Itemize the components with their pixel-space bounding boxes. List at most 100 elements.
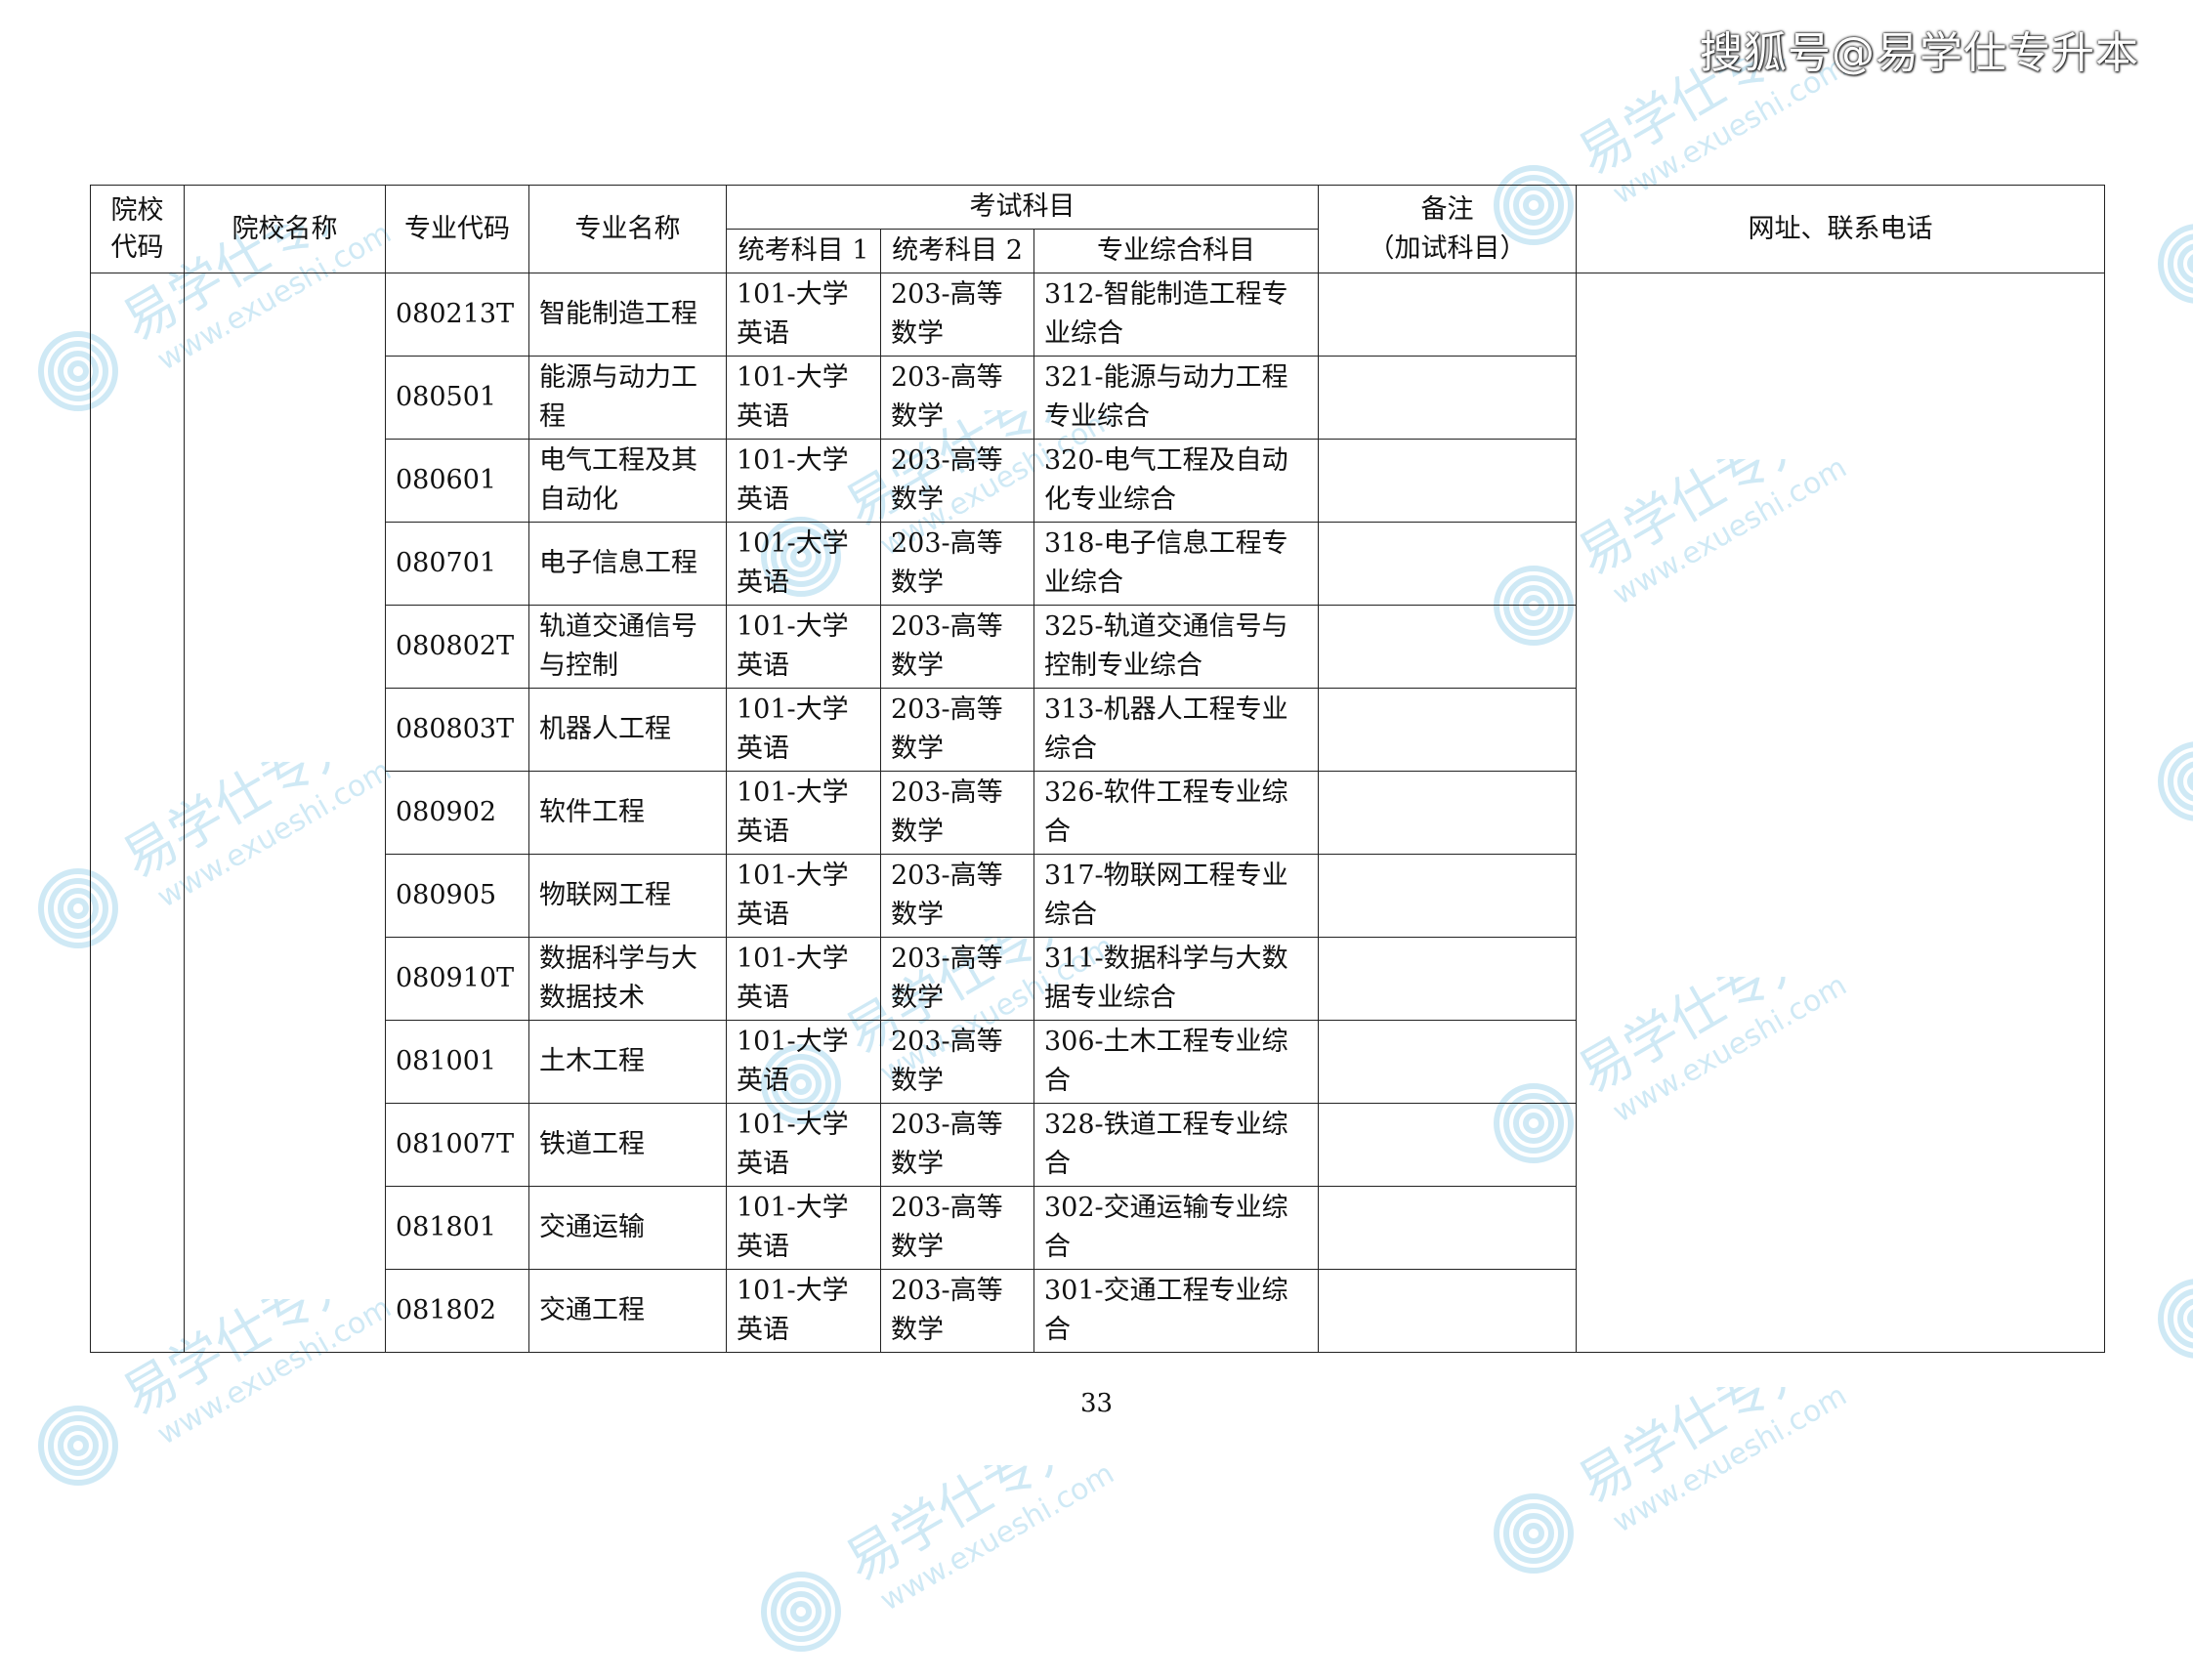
subject-3-cell: 326-软件工程专业综合 — [1033, 771, 1319, 855]
remark-cell — [1318, 854, 1577, 938]
header-school-name: 院校名称 — [184, 185, 386, 273]
subject-2-cell: 203-高等数学 — [880, 356, 1034, 440]
subject-1-cell: 101-大学英语 — [726, 522, 881, 606]
major-name-cell: 铁道工程 — [528, 1103, 727, 1187]
subject-2-cell: 203-高等数学 — [880, 1020, 1034, 1104]
subject-1-cell: 101-大学英语 — [726, 356, 881, 440]
svg-text:易学仕专升本: 易学仕专升本 — [835, 1465, 1140, 1593]
header-major-name: 专业名称 — [528, 185, 727, 273]
remark-cell — [1318, 937, 1577, 1021]
remark-cell — [1318, 439, 1577, 523]
remark-cell — [1318, 1020, 1577, 1104]
remark-cell — [1318, 771, 1577, 855]
major-name-cell: 软件工程 — [528, 771, 727, 855]
subject-2-cell: 203-高等数学 — [880, 1186, 1034, 1270]
major-name-cell: 物联网工程 — [528, 854, 727, 938]
subject-3-cell: 312-智能制造工程专业综合 — [1033, 273, 1319, 357]
subject-1-cell: 101-大学英语 — [726, 771, 881, 855]
header-major-code: 专业代码 — [385, 185, 529, 273]
major-name-cell: 交通工程 — [528, 1269, 727, 1353]
subject-1-cell: 101-大学英语 — [726, 854, 881, 938]
subject-2-cell: 203-高等数学 — [880, 605, 1034, 689]
major-code-cell: 080905 — [385, 854, 529, 938]
table-body: 080213T 智能制造工程 101-大学英语 203-高等数学 312-智能制造工程专… — [90, 273, 2105, 1353]
subject-3-cell: 325-轨道交通信号与控制专业综合 — [1033, 605, 1319, 689]
school-name-cell — [184, 273, 386, 1353]
subject-2-cell: 203-高等数学 — [880, 937, 1034, 1021]
header-remarks: 备注 （加试科目） — [1318, 185, 1577, 273]
subject-2-cell: 203-高等数学 — [880, 1103, 1034, 1187]
subject-1-cell: 101-大学英语 — [726, 1103, 881, 1187]
subject-2-cell: 203-高等数学 — [880, 854, 1034, 938]
major-code-cell: 080902 — [385, 771, 529, 855]
major-name-cell: 轨道交通信号与控制 — [528, 605, 727, 689]
watermark-logo-icon: 易学仕专升本www.exueshi.com — [2149, 117, 2193, 332]
subject-1-cell: 101-大学英语 — [726, 688, 881, 772]
subject-1-cell: 101-大学英语 — [726, 937, 881, 1021]
major-code-cell: 081802 — [385, 1269, 529, 1353]
major-name-cell: 智能制造工程 — [528, 273, 727, 357]
major-name-cell: 交通运输 — [528, 1186, 727, 1270]
remark-cell — [1318, 1269, 1577, 1353]
header-subject-3: 专业综合科目 — [1033, 229, 1319, 273]
watermark-logo-icon: 易学仕专升本www.exueshi.com — [2149, 635, 2193, 850]
major-code-cell: 080601 — [385, 439, 529, 523]
subject-2-cell: 203-高等数学 — [880, 439, 1034, 523]
school-code-cell — [90, 273, 185, 1353]
remark-cell — [1318, 605, 1577, 689]
header-subject-1: 统考科目 1 — [726, 229, 881, 273]
remark-cell — [1318, 356, 1577, 440]
source-watermark-label: 搜狐号@易学仕专升本 — [1700, 28, 2139, 78]
subject-2-cell: 203-高等数学 — [880, 273, 1034, 357]
header-subject-2: 统考科目 2 — [880, 229, 1034, 273]
watermark-logo-icon: 易学仕专升本www.exueshi.com — [1485, 1387, 1915, 1602]
subject-3-cell: 311-数据科学与大数据专业综合 — [1033, 937, 1319, 1021]
subject-3-cell: 320-电气工程及自动化专业综合 — [1033, 439, 1319, 523]
subject-2-cell: 203-高等数学 — [880, 688, 1034, 772]
major-code-cell: 081007T — [385, 1103, 529, 1187]
subject-3-cell: 301-交通工程专业综合 — [1033, 1269, 1319, 1353]
header-exam-subjects: 考试科目 — [726, 185, 1319, 230]
admissions-table: 院校 代码 院校名称 专业代码 专业名称 考试科目 备注 （加试科目） 网址、联… — [90, 185, 2105, 1353]
subject-3-cell: 328-铁道工程专业综合 — [1033, 1103, 1319, 1187]
major-code-cell: 080910T — [385, 937, 529, 1021]
major-name-cell: 能源与动力工程 — [528, 356, 727, 440]
major-name-cell: 电子信息工程 — [528, 522, 727, 606]
subject-1-cell: 101-大学英语 — [726, 439, 881, 523]
major-code-cell: 080701 — [385, 522, 529, 606]
major-name-cell: 机器人工程 — [528, 688, 727, 772]
subject-3-cell: 321-能源与动力工程专业综合 — [1033, 356, 1319, 440]
svg-text:www.exueshi.com: www.exueshi.com — [874, 1465, 1119, 1618]
header-school-code: 院校 代码 — [90, 185, 185, 273]
remark-cell — [1318, 688, 1577, 772]
major-name-cell: 数据科学与大数据技术 — [528, 937, 727, 1021]
subject-2-cell: 203-高等数学 — [880, 522, 1034, 606]
major-code-cell: 081801 — [385, 1186, 529, 1270]
remark-cell — [1318, 1103, 1577, 1187]
table-row: 080213T 智能制造工程 101-大学英语 203-高等数学 312-智能制造工程专… — [90, 273, 2105, 1353]
subject-1-cell: 101-大学英语 — [726, 605, 881, 689]
major-code-cell: 081001 — [385, 1020, 529, 1104]
subject-3-cell: 302-交通运输专业综合 — [1033, 1186, 1319, 1270]
subject-1-cell: 101-大学英语 — [726, 1020, 881, 1104]
subject-3-cell: 318-电子信息工程专业综合 — [1033, 522, 1319, 606]
major-code-cell: 080802T — [385, 605, 529, 689]
subject-1-cell: 101-大学英语 — [726, 1269, 881, 1353]
major-name-cell: 电气工程及其自动化 — [528, 439, 727, 523]
watermark-logo-icon: 易学仕专升本www.exueshi.com — [2149, 1172, 2193, 1387]
major-name-cell: 土木工程 — [528, 1020, 727, 1104]
header-contact: 网址、联系电话 — [1576, 185, 2105, 273]
contact-cell — [1576, 273, 2105, 1353]
subject-2-cell: 203-高等数学 — [880, 1269, 1034, 1353]
subject-3-cell: 306-土木工程专业综合 — [1033, 1020, 1319, 1104]
remark-cell — [1318, 1186, 1577, 1270]
subject-2-cell: 203-高等数学 — [880, 771, 1034, 855]
major-code-cell: 080501 — [385, 356, 529, 440]
subject-1-cell: 101-大学英语 — [726, 1186, 881, 1270]
subject-3-cell: 313-机器人工程专业综合 — [1033, 688, 1319, 772]
page-number: 33 — [1079, 1389, 1114, 1418]
subject-3-cell: 317-物联网工程专业综合 — [1033, 854, 1319, 938]
major-code-cell: 080213T — [385, 273, 529, 357]
remark-cell — [1318, 273, 1577, 357]
subject-1-cell: 101-大学英语 — [726, 273, 881, 357]
